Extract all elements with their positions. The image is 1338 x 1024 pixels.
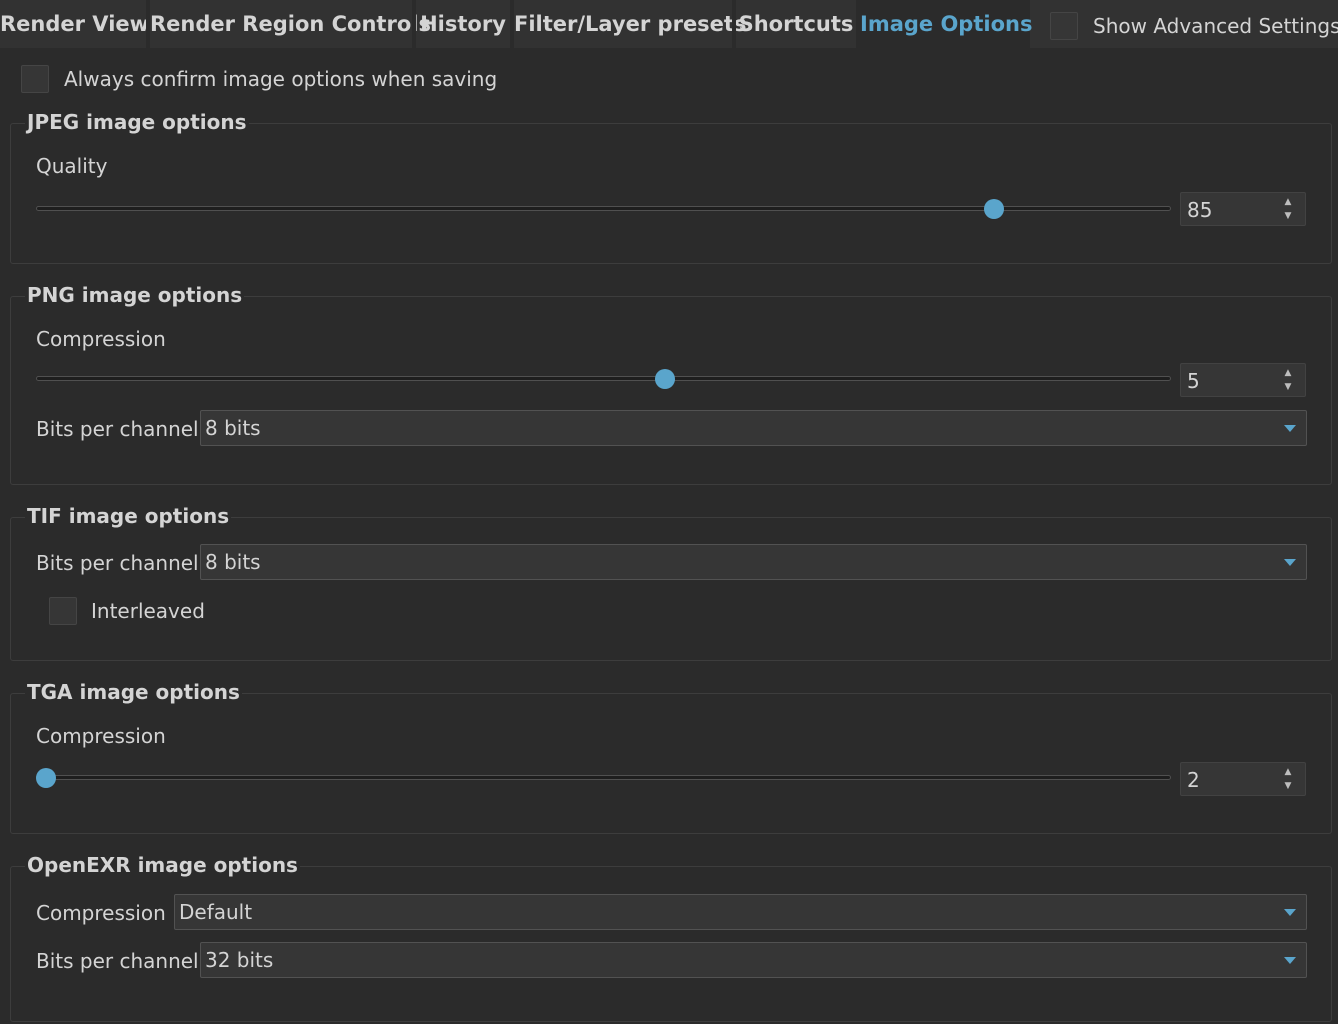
spin-down-icon[interactable]: ▼ <box>1283 782 1293 791</box>
chevron-down-icon <box>1284 425 1296 432</box>
slider-handle[interactable] <box>983 199 1004 219</box>
confirm-label: Always confirm image options when saving <box>64 67 498 91</box>
tga-compression-spinbox[interactable]: 2 ▲ ▼ <box>1180 762 1306 796</box>
jpeg-options-group: JPEG image options Quality 85 ▲ ▼ <box>10 108 1332 264</box>
slider-track <box>36 376 1171 381</box>
chevron-down-icon <box>1284 957 1296 964</box>
jpeg-quality-slider[interactable] <box>36 194 1171 224</box>
show-advanced-label: Show Advanced Settings <box>1093 14 1338 38</box>
tab-render-view[interactable]: Render View <box>0 0 149 48</box>
spin-up-icon[interactable]: ▲ <box>1283 198 1293 207</box>
tif-bits-dropdown[interactable]: 8 bits <box>200 544 1307 580</box>
openexr-compression-value: Default <box>179 900 253 924</box>
openexr-compression-dropdown[interactable]: Default <box>174 894 1307 930</box>
png-compression-slider[interactable] <box>36 364 1171 394</box>
spin-down-icon[interactable]: ▼ <box>1283 212 1293 221</box>
tif-interleaved[interactable]: Interleaved <box>49 596 205 626</box>
png-compression-label: Compression <box>36 327 166 351</box>
chevron-down-icon <box>1284 559 1296 566</box>
spin-down-icon[interactable]: ▼ <box>1283 383 1293 392</box>
png-bits-value: 8 bits <box>205 416 261 440</box>
openexr-bits-dropdown[interactable]: 32 bits <box>200 942 1307 978</box>
openexr-bits-label: Bits per channel <box>36 949 199 973</box>
jpeg-group-title: JPEG image options <box>25 108 249 136</box>
jpeg-quality-label: Quality <box>36 154 108 178</box>
show-advanced-checkbox[interactable] <box>1050 12 1078 40</box>
slider-track <box>36 775 1171 780</box>
tga-compression-label: Compression <box>36 724 166 748</box>
interleaved-label: Interleaved <box>91 599 205 623</box>
interleaved-checkbox[interactable] <box>49 597 77 625</box>
slider-handle[interactable] <box>654 369 675 389</box>
tga-group-title: TGA image options <box>25 678 242 706</box>
tab-shortcuts[interactable]: Shortcuts <box>736 0 856 48</box>
tga-options-group: TGA image options Compression 2 ▲ ▼ <box>10 678 1332 834</box>
tga-compression-value: 2 <box>1187 768 1200 792</box>
jpeg-quality-value: 85 <box>1187 198 1213 222</box>
spin-up-icon[interactable]: ▲ <box>1283 369 1293 378</box>
png-group-title: PNG image options <box>25 281 245 309</box>
openexr-compression-label: Compression <box>36 901 166 925</box>
openexr-group-title: OpenEXR image options <box>25 851 300 879</box>
openexr-options-group: OpenEXR image options Compression Defaul… <box>10 851 1332 1022</box>
confirm-checkbox[interactable] <box>21 65 49 93</box>
png-bits-label: Bits per channel <box>36 417 199 441</box>
slider-handle[interactable] <box>36 768 56 788</box>
show-advanced-settings[interactable]: Show Advanced Settings <box>1050 10 1338 42</box>
tab-filter-layer-presets[interactable]: Filter/Layer presets <box>514 0 746 48</box>
tif-bits-value: 8 bits <box>205 550 261 574</box>
chevron-down-icon <box>1284 909 1296 916</box>
spin-up-icon[interactable]: ▲ <box>1283 768 1293 777</box>
tab-bar: Render View Render Region Controls Histo… <box>0 0 1338 48</box>
tif-bits-label: Bits per channel <box>36 551 199 575</box>
tga-compression-slider[interactable] <box>36 763 1171 793</box>
jpeg-quality-spinbox[interactable]: 85 ▲ ▼ <box>1180 192 1306 226</box>
tab-image-options[interactable]: Image Options <box>860 0 1032 48</box>
png-compression-value: 5 <box>1187 369 1200 393</box>
tab-history[interactable]: History <box>416 0 510 48</box>
png-options-group: PNG image options Compression 5 ▲ ▼ Bits… <box>10 281 1332 485</box>
png-bits-dropdown[interactable]: 8 bits <box>200 410 1307 446</box>
openexr-bits-value: 32 bits <box>205 948 274 972</box>
confirm-image-options[interactable]: Always confirm image options when saving <box>21 64 497 94</box>
tif-options-group: TIF image options Bits per channel 8 bit… <box>10 502 1332 661</box>
tab-render-region-controls[interactable]: Render Region Controls <box>150 0 431 48</box>
tif-group-title: TIF image options <box>25 502 232 530</box>
png-compression-spinbox[interactable]: 5 ▲ ▼ <box>1180 363 1306 397</box>
